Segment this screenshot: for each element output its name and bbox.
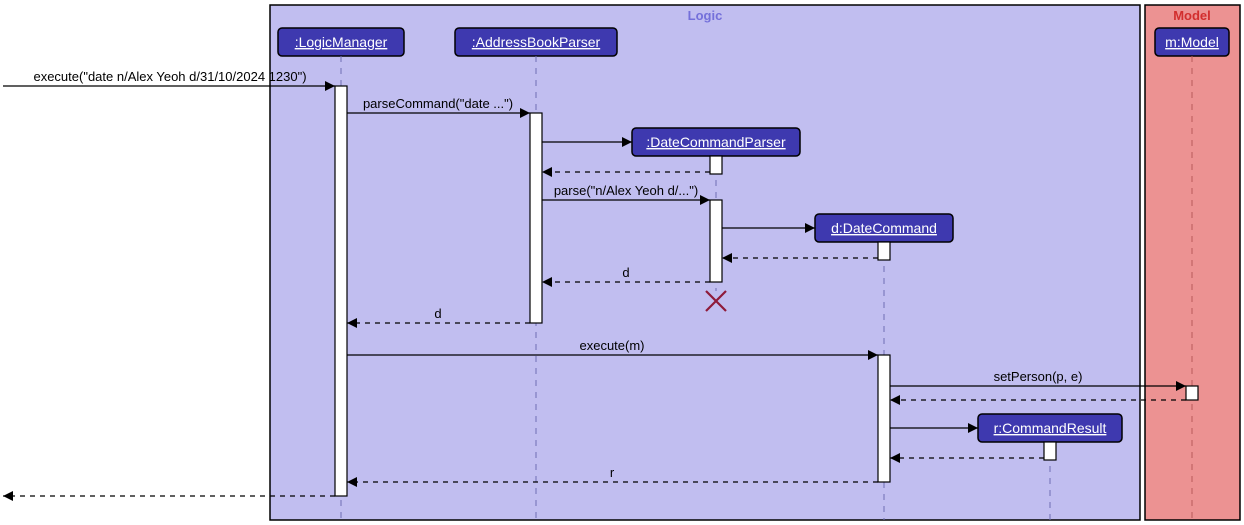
msg-return-r-label: r [610, 465, 615, 480]
participant-date-command-parser-label: :DateCommandParser [646, 134, 786, 150]
activation-date-command-execute [878, 355, 890, 482]
participant-logic-manager-label: :LogicManager [295, 34, 388, 50]
frame-model-label: Model [1173, 8, 1211, 23]
activation-date-command-parser-parse [710, 200, 722, 282]
msg-parse-command-label: parseCommand("date ...") [363, 96, 513, 111]
activation-logic-manager [335, 86, 347, 496]
activation-date-command-parser-create [710, 156, 722, 174]
participant-command-result-label: r:CommandResult [994, 420, 1107, 436]
msg-parse-label: parse("n/Alex Yeoh d/...") [554, 183, 698, 198]
activation-address-book-parser [530, 113, 542, 323]
msg-execute-in-label: execute("date n/Alex Yeoh d/31/10/2024 1… [33, 69, 306, 84]
msg-set-person-label: setPerson(p, e) [994, 369, 1083, 384]
msg-return-d-2-label: d [434, 306, 441, 321]
msg-execute-m-label: execute(m) [579, 338, 644, 353]
participant-address-book-parser-label: :AddressBookParser [472, 34, 601, 50]
activation-command-result [1044, 442, 1056, 460]
frame-logic-label: Logic [688, 8, 723, 23]
activation-date-command-create [878, 242, 890, 260]
sequence-diagram: Logic Model :LogicManager :AddressBookPa… [0, 0, 1244, 525]
activation-model [1186, 386, 1198, 400]
participant-model-label: m:Model [1165, 34, 1219, 50]
participant-date-command-label: d:DateCommand [831, 220, 937, 236]
msg-return-d-1-label: d [622, 265, 629, 280]
